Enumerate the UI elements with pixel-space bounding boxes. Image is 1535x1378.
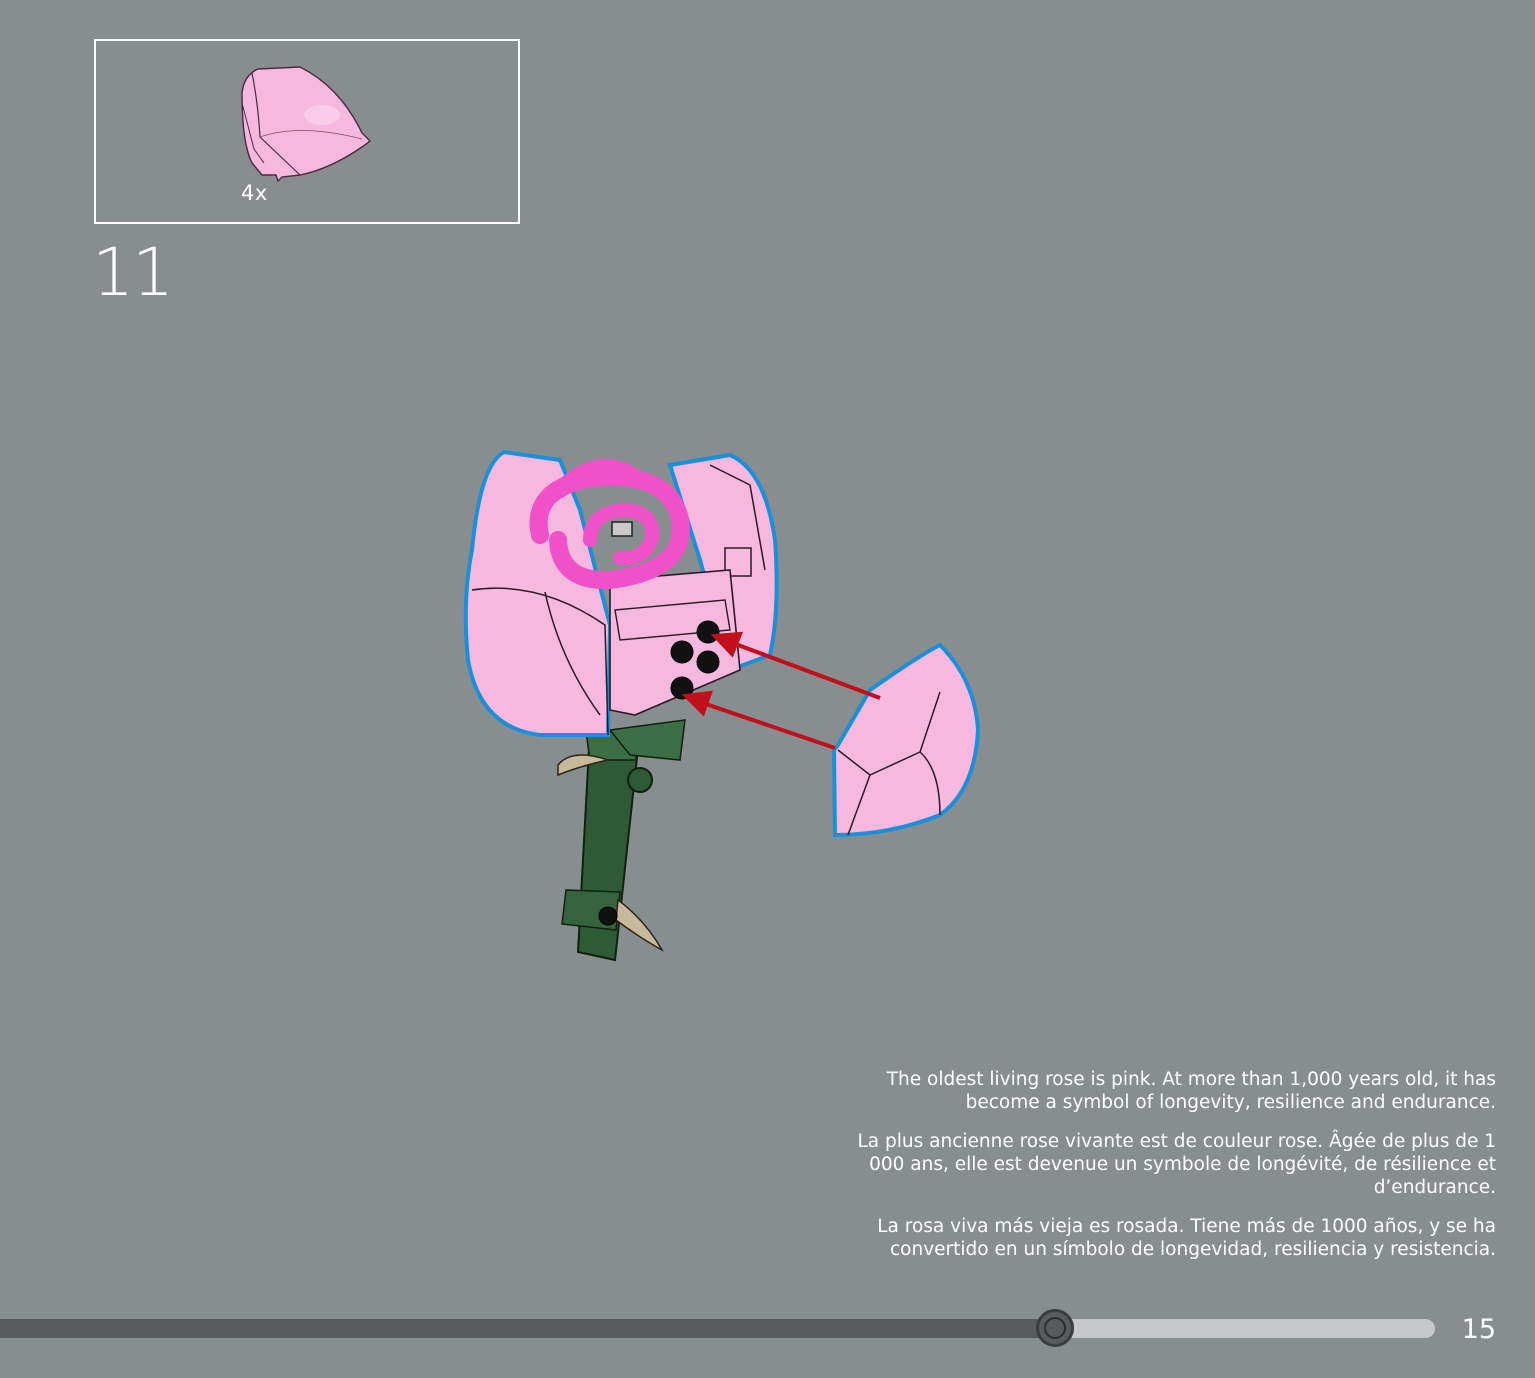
pink-curved-slope-brick-icon [241, 66, 372, 183]
rose-assembly-illustration [463, 449, 981, 962]
fact-text-spanish: La rosa viva más vieja es rosada. Tiene … [877, 1216, 1496, 1260]
page-number: 15 [1461, 1314, 1496, 1345]
fact-text-english: The oldest living rose is pink. At more … [886, 1069, 1496, 1113]
instruction-page: 4x 11 The oldest living rose is pink. At… [0, 0, 1535, 1378]
progress-fill [0, 1319, 1055, 1338]
part-quantity: 4x [241, 181, 268, 205]
step-number: 11 [92, 234, 174, 311]
left-petal [463, 449, 613, 737]
detached-petal [831, 642, 981, 838]
stem [557, 729, 664, 962]
fact-text-french: La plus ancienne rose vivante est de cou… [857, 1131, 1496, 1198]
fact-text-block: The oldest living rose is pink. At more … [856, 1068, 1496, 1277]
parts-callout-box: 4x [94, 39, 520, 224]
progress-slider[interactable] [0, 1309, 1435, 1347]
progress-thumb[interactable] [1036, 1309, 1074, 1347]
